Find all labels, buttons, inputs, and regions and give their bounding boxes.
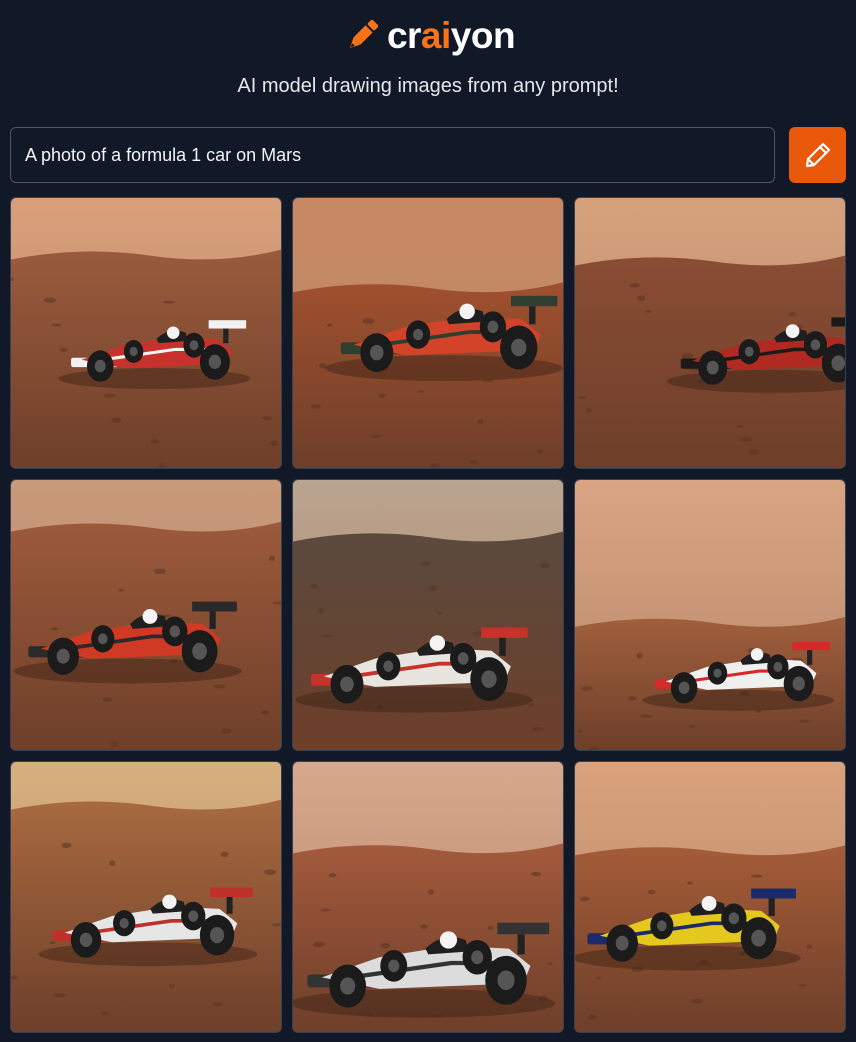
mars-car-illustration: [11, 480, 281, 750]
result-image-2[interactable]: [292, 197, 564, 469]
result-image-4[interactable]: [10, 479, 282, 751]
results-grid: [10, 197, 846, 1033]
result-image-6[interactable]: [574, 479, 846, 751]
result-image-5[interactable]: [292, 479, 564, 751]
mars-car-illustration: [11, 762, 281, 1032]
mars-car-illustration: [575, 198, 845, 468]
pencil-icon: [805, 142, 830, 168]
draw-button[interactable]: [789, 127, 846, 183]
mars-car-illustration: [293, 762, 563, 1032]
mars-car-illustration: [575, 762, 845, 1032]
result-image-1[interactable]: [10, 197, 282, 469]
result-image-3[interactable]: [574, 197, 846, 469]
mars-car-illustration: [293, 198, 563, 468]
logo[interactable]: craiyon: [0, 12, 856, 60]
mars-car-illustration: [293, 480, 563, 750]
mars-car-illustration: [11, 198, 281, 468]
result-image-7[interactable]: [10, 761, 282, 1033]
crayon-pencil-icon: [349, 19, 379, 49]
prompt-bar: [10, 127, 846, 183]
result-image-9[interactable]: [574, 761, 846, 1033]
logo-wordmark: craiyon: [386, 15, 516, 56]
result-image-8[interactable]: [292, 761, 564, 1033]
prompt-input[interactable]: [10, 127, 775, 183]
mars-car-illustration: [575, 480, 845, 750]
tagline: AI model drawing images from any prompt!: [237, 75, 619, 97]
craiyon-page: craiyon AI model drawing images from any…: [0, 0, 856, 1042]
